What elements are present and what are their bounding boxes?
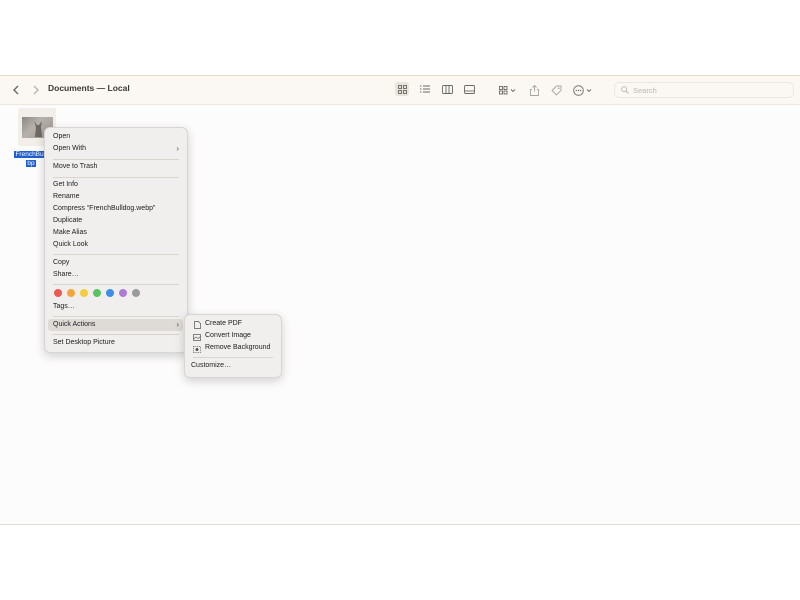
- chevron-right-icon: [33, 85, 39, 95]
- column-view-button[interactable]: [441, 83, 453, 95]
- tag-color-dot[interactable]: [132, 289, 140, 297]
- menu-item-rename[interactable]: Rename: [53, 193, 79, 200]
- menu-item-open-with[interactable]: Open With ›: [53, 144, 179, 153]
- menu-item-get-info[interactable]: Get Info: [53, 181, 78, 188]
- search-icon: [621, 86, 629, 94]
- menu-item-share[interactable]: Share…: [53, 271, 79, 278]
- context-menu: Open Open With › Move to Trash Get Info …: [44, 127, 188, 353]
- share-icon: [529, 84, 539, 96]
- file-name-line1: FrenchBull: [14, 151, 48, 158]
- tag-color-dot[interactable]: [67, 289, 75, 297]
- tag-color-dot[interactable]: [80, 289, 88, 297]
- tag-icon: [550, 85, 561, 96]
- gallery-view-button[interactable]: [463, 83, 475, 95]
- submenu-item-remove-background[interactable]: Remove Background: [205, 344, 270, 351]
- toolbar: Documents — Local Search: [0, 76, 800, 105]
- submenu-item-create-pdf[interactable]: Create PDF: [205, 320, 242, 327]
- menu-separator: [193, 357, 273, 358]
- menu-item-quick-actions-label: Quick Actions: [53, 321, 96, 328]
- list-view-button[interactable]: [419, 83, 431, 95]
- chevron-left-icon: [13, 85, 19, 95]
- menu-item-quick-actions[interactable]: Quick Actions ›: [53, 320, 179, 329]
- menu-item-quick-look[interactable]: Quick Look: [53, 241, 88, 248]
- menu-separator: [53, 284, 179, 285]
- menu-item-copy[interactable]: Copy: [53, 259, 69, 266]
- menu-separator: [53, 159, 179, 160]
- tag-button[interactable]: [550, 81, 562, 99]
- gallery-icon: [463, 84, 475, 94]
- chevron-right-icon: ›: [176, 320, 179, 329]
- tag-color-dot[interactable]: [106, 289, 114, 297]
- menu-separator: [53, 334, 179, 335]
- grid-icon: [397, 84, 407, 94]
- columns-icon: [441, 84, 453, 94]
- document-icon: [193, 321, 201, 329]
- search-field[interactable]: Search: [614, 82, 794, 98]
- menu-separator: [53, 316, 179, 317]
- back-button[interactable]: [9, 81, 23, 99]
- menu-item-move-to-trash[interactable]: Move to Trash: [53, 163, 97, 170]
- menu-item-make-alias[interactable]: Make Alias: [53, 229, 87, 236]
- search-placeholder: Search: [633, 85, 657, 95]
- submenu-item-convert-image[interactable]: Convert Image: [205, 332, 251, 339]
- menu-item-set-desktop-picture[interactable]: Set Desktop Picture: [53, 339, 115, 346]
- chevron-right-icon: ›: [176, 144, 179, 153]
- menu-item-compress[interactable]: Compress “FrenchBulldog.webp”: [53, 205, 155, 212]
- grid-dropdown-icon: [499, 85, 516, 94]
- menu-item-tags[interactable]: Tags…: [53, 303, 75, 310]
- tag-color-dot[interactable]: [54, 289, 62, 297]
- ellipsis-circle-icon: [573, 84, 592, 96]
- tag-color-dot[interactable]: [93, 289, 101, 297]
- menu-item-open-with-label: Open With: [53, 145, 87, 152]
- quick-actions-submenu: Create PDF Convert Image Remove Backgrou…: [184, 314, 282, 378]
- view-mode-group: [395, 82, 475, 96]
- file-name-line2: bp: [26, 159, 36, 167]
- list-icon: [420, 85, 430, 93]
- submenu-item-customize[interactable]: Customize…: [191, 362, 231, 369]
- menu-item-open[interactable]: Open: [53, 133, 70, 140]
- menu-separator: [53, 177, 179, 178]
- group-by-button[interactable]: [498, 81, 518, 99]
- tag-color-dot[interactable]: [119, 289, 127, 297]
- icon-view-button[interactable]: [395, 82, 409, 96]
- window-title: Documents — Local: [48, 83, 130, 93]
- menu-separator: [53, 254, 179, 255]
- convert-image-icon: [193, 333, 201, 341]
- menu-item-duplicate[interactable]: Duplicate: [53, 217, 82, 224]
- share-button[interactable]: [528, 81, 540, 99]
- remove-background-icon: [193, 345, 201, 353]
- forward-button[interactable]: [29, 81, 43, 99]
- more-actions-button[interactable]: [572, 81, 594, 99]
